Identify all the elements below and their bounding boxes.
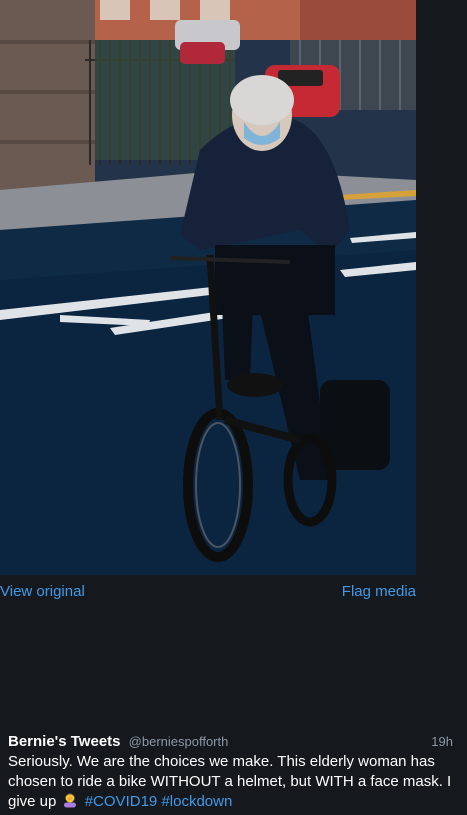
tweet-text: Seriously. We are the choices we make. T… (8, 752, 455, 812)
flag-media-link[interactable]: Flag media (342, 583, 416, 600)
tweet-timestamp[interactable]: 19h (431, 732, 453, 752)
photo-cyclist-image (0, 0, 416, 575)
tweet[interactable]: Bernie's Tweets @berniespofforth 19h Ser… (8, 732, 455, 812)
person-facepalming-icon (63, 793, 76, 808)
media-actions: View original Flag media (0, 583, 416, 603)
tweet-photo[interactable] (0, 0, 416, 575)
view-original-link[interactable]: View original (0, 583, 85, 600)
hashtag-lockdown[interactable]: #lockdown (161, 793, 232, 810)
hashtag-covid19[interactable]: #COVID19 (85, 793, 158, 810)
tweet-header: Bernie's Tweets @berniespofforth 19h (8, 732, 455, 752)
author-handle[interactable]: @berniespofforth (129, 734, 229, 749)
author-name[interactable]: Bernie's Tweets (8, 733, 121, 750)
